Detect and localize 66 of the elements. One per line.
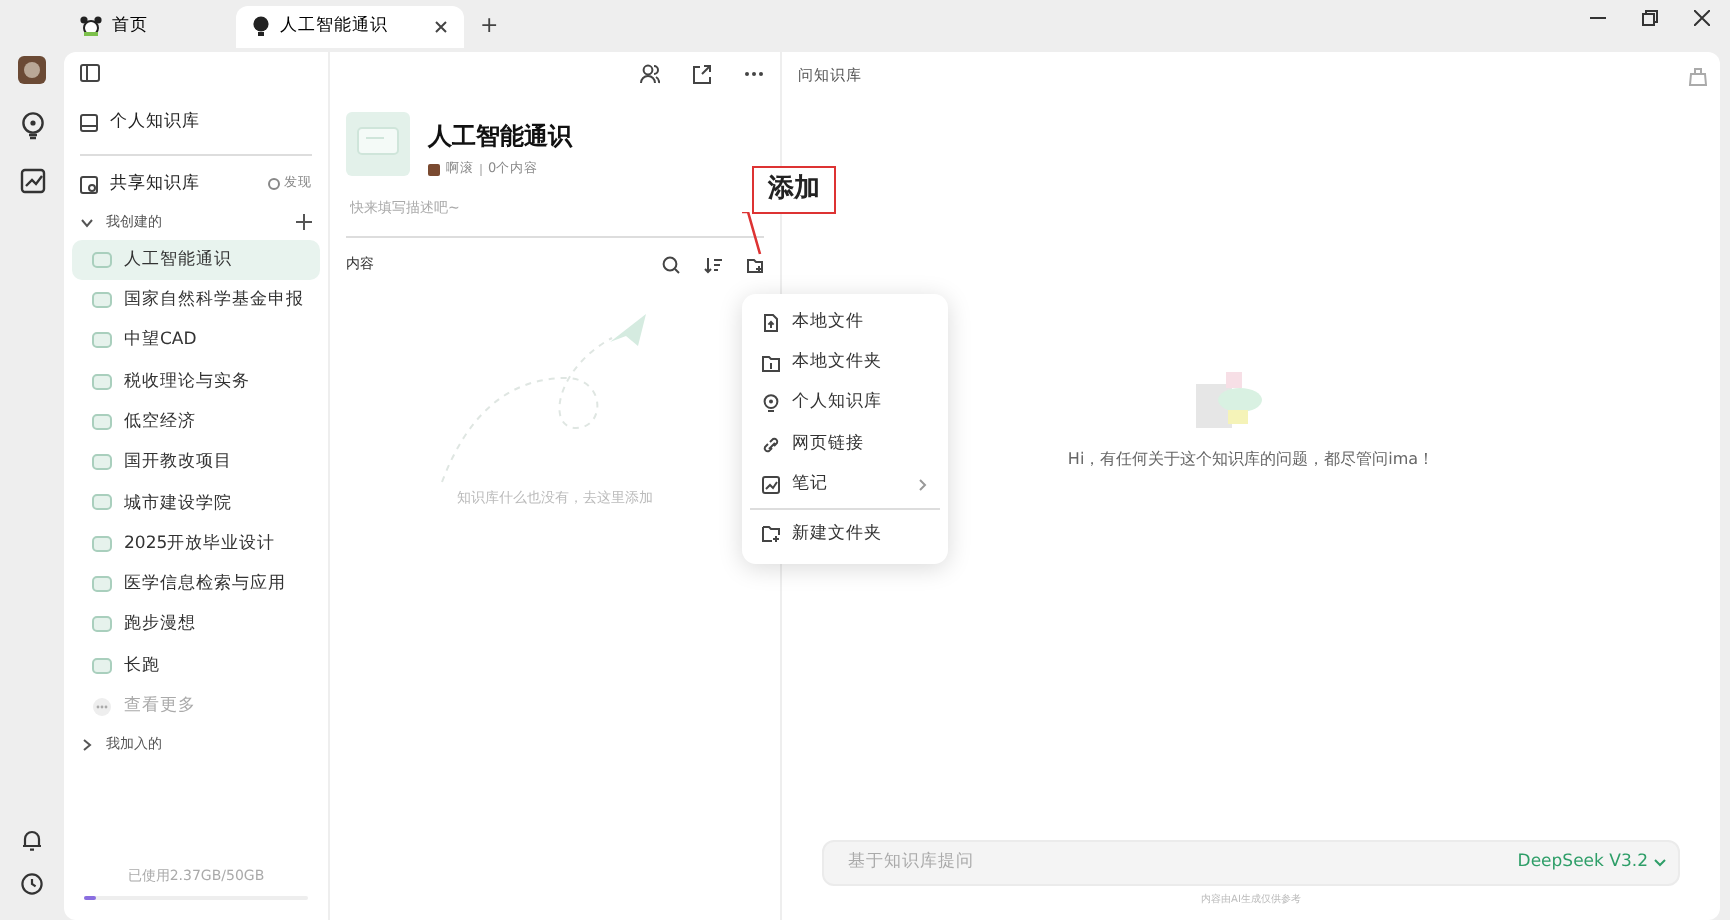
menu-item[interactable]: 个人知识库: [750, 383, 940, 424]
tab[interactable]: 首页: [64, 5, 164, 47]
sort-icon[interactable]: [704, 255, 722, 274]
knowledge-base-item[interactable]: 城市建设学院: [72, 483, 320, 525]
chat-bubble-icon: [92, 332, 112, 351]
knowledge-base-item[interactable]: 医学信息检索与应用: [72, 564, 320, 606]
chevron-down-icon: [80, 215, 94, 229]
menu-item[interactable]: 新建文件夹: [750, 508, 940, 557]
panda-icon: [80, 16, 102, 36]
menu-item[interactable]: 笔记: [750, 464, 940, 505]
chat-bubble-icon: [92, 373, 112, 392]
nav-item[interactable]: 共享知识库: [80, 171, 200, 197]
new-folder-icon: [762, 524, 780, 543]
link-icon: [762, 435, 780, 454]
file-upload-icon: [762, 313, 780, 332]
assistant-illustration: [1195, 372, 1267, 432]
chat-bubble-icon: [92, 454, 112, 473]
tab[interactable]: 人工智能通识: [236, 5, 464, 47]
menu-item[interactable]: 网页链接: [750, 423, 940, 465]
restore-icon[interactable]: [1642, 10, 1658, 26]
chat-bubble-icon: [92, 535, 112, 554]
chat-bubble-icon: [92, 616, 112, 635]
knowledge-base-item[interactable]: 国家自然科学基金申报: [72, 280, 320, 322]
avatar-icon[interactable]: [18, 56, 46, 84]
knowledge-base-item[interactable]: 税收理论与实务: [72, 361, 320, 403]
bulb-icon: [762, 394, 780, 413]
owner-avatar-icon: [428, 163, 440, 176]
callout-label: 添加: [752, 166, 836, 213]
share-icon[interactable]: [692, 64, 712, 84]
greeting-text: Hi，有任何关于这个知识库的问题，都尽管问ima！: [1065, 448, 1437, 472]
knowledge-base-item[interactable]: 2025开放毕业设计: [72, 524, 320, 565]
knowledge-base-item[interactable]: 人工智能通识: [72, 240, 320, 281]
more-icon: [92, 697, 112, 716]
chat-bubble-icon: [92, 576, 112, 595]
compass-icon: [268, 178, 280, 190]
close-icon[interactable]: [1694, 10, 1710, 26]
chevron-down-icon: [1654, 857, 1666, 867]
knowledge-base-title: 人工智能通识: [428, 120, 572, 154]
close-icon[interactable]: [434, 19, 448, 33]
chat-bubble-icon: [92, 413, 112, 432]
chat-bubble-icon: [92, 251, 112, 270]
bulb-icon[interactable]: [19, 112, 45, 140]
chat-bubble-icon: [92, 657, 112, 676]
knowledge-base-item[interactable]: 长跑: [72, 645, 320, 687]
add-icon[interactable]: [746, 255, 764, 274]
knowledge-base-item[interactable]: 国开教改项目: [72, 442, 320, 484]
chevron-right-icon: [80, 738, 94, 753]
menu-item[interactable]: 本地文件夹: [750, 342, 940, 384]
clock-icon[interactable]: [20, 872, 44, 896]
sidebar-toggle-icon[interactable]: [80, 64, 100, 82]
bell-icon[interactable]: [20, 828, 44, 852]
knowledge-base-cover: [346, 112, 410, 176]
search-icon[interactable]: [662, 255, 680, 274]
knowledge-base-item[interactable]: 低空经济: [72, 402, 320, 443]
callout-pointer: [740, 212, 764, 256]
menu-item[interactable]: 本地文件: [750, 302, 940, 343]
knowledge-base-item[interactable]: 中望CAD: [72, 321, 320, 362]
knowledge-base-item[interactable]: 跑步漫想: [72, 605, 320, 646]
bulb-icon: [252, 16, 270, 36]
nav-item[interactable]: 个人知识库: [80, 109, 200, 135]
new-tab-button[interactable]: +: [480, 9, 499, 43]
chat-bubble-icon: [92, 494, 112, 513]
members-icon[interactable]: [640, 64, 660, 84]
plus-icon[interactable]: [296, 214, 312, 230]
chevron-right-icon: [918, 477, 928, 492]
chat-bubble-icon: [92, 291, 112, 310]
